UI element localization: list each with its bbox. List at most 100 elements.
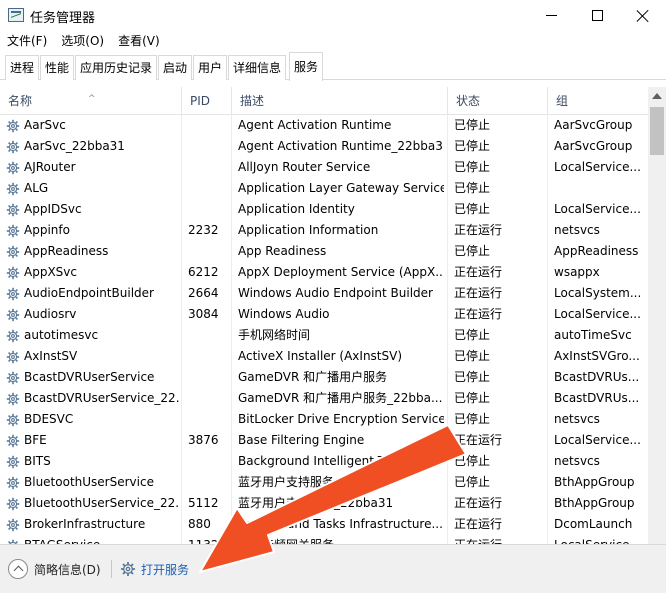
service-name: AppXSvc: [24, 265, 77, 279]
tab-details[interactable]: 详细信息: [228, 55, 287, 80]
service-group: LocalService...: [554, 160, 641, 174]
service-pid: 1132: [188, 535, 228, 544]
service-name: Audiosrv: [24, 307, 77, 321]
table-row[interactable]: BFE 3876 Base Filtering Engine 正在运行 LocalSer…: [0, 430, 648, 451]
service-name: autotimesvc: [24, 328, 99, 342]
maximize-button[interactable]: [574, 0, 620, 31]
menu-view[interactable]: 查看(V): [111, 31, 167, 51]
service-description: GameDVR 和广播用户服务: [238, 370, 388, 384]
service-name: AudioEndpointBuilder: [24, 286, 154, 300]
scrollbar-thumb[interactable]: [650, 107, 664, 155]
service-status: 已停止: [454, 349, 491, 363]
tab-services[interactable]: 服务: [289, 52, 324, 81]
service-pid: [188, 472, 228, 493]
service-status: 已停止: [454, 181, 491, 195]
column-header-description[interactable]: 描述: [232, 87, 448, 115]
service-description: Agent Activation Runtime: [238, 118, 392, 132]
service-icon: [6, 392, 20, 406]
service-description: AppX Deployment Service (AppX...: [238, 265, 444, 279]
service-icon: [6, 182, 20, 196]
service-description: Windows Audio Endpoint Builder: [238, 286, 433, 300]
sort-ascending-icon: ^: [88, 94, 96, 104]
vertical-scrollbar[interactable]: [648, 87, 666, 544]
table-row[interactable]: BluetoothUserService 蓝牙用户支持服务 已停止 BthAppGro…: [0, 472, 648, 493]
task-manager-icon: [8, 8, 24, 22]
scroll-up-icon[interactable]: [652, 93, 662, 99]
service-pid: 5112: [188, 496, 219, 510]
table-row[interactable]: BrokerInfrastructure 880 Background Tasks …: [0, 514, 648, 535]
service-description: GameDVR 和广播用户服务_22bba...: [238, 391, 443, 405]
table-row[interactable]: Audiosrv 3084 Windows Audio 正在运行 LocalServic…: [0, 304, 648, 325]
tab-app-history[interactable]: 应用历史记录: [75, 55, 158, 80]
service-pid: [188, 199, 228, 220]
table-row[interactable]: BcastDVRUserService GameDVR 和广播用户服务 已停止 Bca…: [0, 367, 648, 388]
service-icon: [6, 413, 20, 427]
menu-file[interactable]: 文件(F): [0, 31, 54, 51]
service-status: 已停止: [454, 202, 491, 216]
table-row[interactable]: autotimesvc 手机网络时间 已停止 autoTimeSvc: [0, 325, 648, 346]
service-group: netsvcs: [554, 412, 600, 426]
service-pid: [188, 367, 228, 388]
service-group: LocalService...: [554, 202, 641, 216]
service-pid: [188, 451, 228, 472]
service-group: LocalService...: [554, 307, 641, 321]
service-icon: [6, 518, 20, 532]
service-icon: [6, 350, 20, 364]
tab-users[interactable]: 用户: [193, 55, 228, 80]
table-row[interactable]: AarSvc Agent Activation Runtime 已停止 AarSvcG…: [0, 115, 648, 136]
service-status: 正在运行: [454, 286, 503, 300]
open-services-link[interactable]: 打开服务: [120, 558, 189, 580]
column-header-group[interactable]: 组: [548, 87, 648, 115]
table-row[interactable]: AppIDSvc Application Identity 已停止 LocalServ…: [0, 199, 648, 220]
table-row[interactable]: AppReadiness App Readiness 已停止 AppReadiness: [0, 241, 648, 262]
service-name: AarSvc_22bba31: [24, 139, 125, 153]
service-icon: [6, 476, 20, 490]
tab-processes[interactable]: 进程: [5, 55, 40, 80]
table-row[interactable]: AudioEndpointBuilder 2664 Windows Audio En…: [0, 283, 648, 304]
tab-bar: 进程 性能 应用历史记录 启动 用户 详细信息 服务: [0, 52, 666, 81]
minimize-button[interactable]: [528, 0, 574, 31]
service-icon: [6, 329, 20, 343]
service-group: LocalSystem...: [554, 286, 642, 300]
service-description: 蓝牙音频网关服务: [238, 535, 444, 544]
tab-performance[interactable]: 性能: [40, 55, 75, 80]
services-table: 名称 ^ PID 描述 状态 组 AarSvc Agent Activation …: [0, 87, 648, 544]
service-icon: [6, 140, 20, 154]
service-group: LocalService...: [554, 535, 646, 544]
service-name: BTAGService: [24, 535, 180, 544]
table-row[interactable]: AJRouter AllJoyn Router Service 已停止 LocalSe…: [0, 157, 648, 178]
table-row[interactable]: BDESVC BitLocker Drive Encryption Service…: [0, 409, 648, 430]
table-row[interactable]: BTAGService 1132 蓝牙音频网关服务 正在运行 LocalService.…: [0, 535, 648, 544]
service-name: ALG: [24, 181, 49, 195]
table-row[interactable]: BITS Background Intelligent Transfer ... 已…: [0, 451, 648, 472]
service-pid: 2664: [188, 286, 219, 300]
column-header-status[interactable]: 状态: [448, 87, 548, 115]
table-row[interactable]: Appinfo 2232 Application Information 正在运行 ne…: [0, 220, 648, 241]
table-row[interactable]: AppXSvc 6212 AppX Deployment Service (AppX…: [0, 262, 648, 283]
service-pid: [188, 346, 228, 367]
table-row[interactable]: AarSvc_22bba31 Agent Activation Runtime_2…: [0, 136, 648, 157]
column-header-pid[interactable]: PID: [182, 87, 232, 115]
service-pid: 3876: [188, 433, 219, 447]
menu-options[interactable]: 选项(O): [54, 31, 111, 51]
close-button[interactable]: [620, 0, 666, 31]
table-row[interactable]: BluetoothUserService_22... 5112 蓝牙用户支持服务_2…: [0, 493, 648, 514]
service-status: 正在运行: [454, 535, 544, 544]
service-description: Agent Activation Runtime_22bba31: [238, 139, 444, 153]
footer-divider: [111, 560, 112, 578]
service-status: 已停止: [454, 139, 491, 153]
service-group: netsvcs: [554, 454, 600, 468]
column-header-name[interactable]: 名称 ^: [0, 87, 182, 115]
service-icon: [6, 308, 20, 322]
service-icon: [6, 455, 20, 469]
fewer-details-button[interactable]: 简略信息(D): [8, 558, 101, 580]
fewer-details-label: 简略信息(D): [34, 562, 101, 577]
service-pid: [188, 178, 228, 199]
service-group: BcastDVRUs...: [554, 391, 640, 405]
service-status: 正在运行: [454, 223, 503, 237]
table-row[interactable]: AxInstSV ActiveX Installer (AxInstSV) 已停止 A…: [0, 346, 648, 367]
table-row[interactable]: BcastDVRUserService_22... GameDVR 和广播用户服务…: [0, 388, 648, 409]
tab-startup[interactable]: 启动: [158, 55, 193, 80]
service-description: ActiveX Installer (AxInstSV): [238, 349, 403, 363]
table-row[interactable]: ALG Application Layer Gateway Service 已停止: [0, 178, 648, 199]
